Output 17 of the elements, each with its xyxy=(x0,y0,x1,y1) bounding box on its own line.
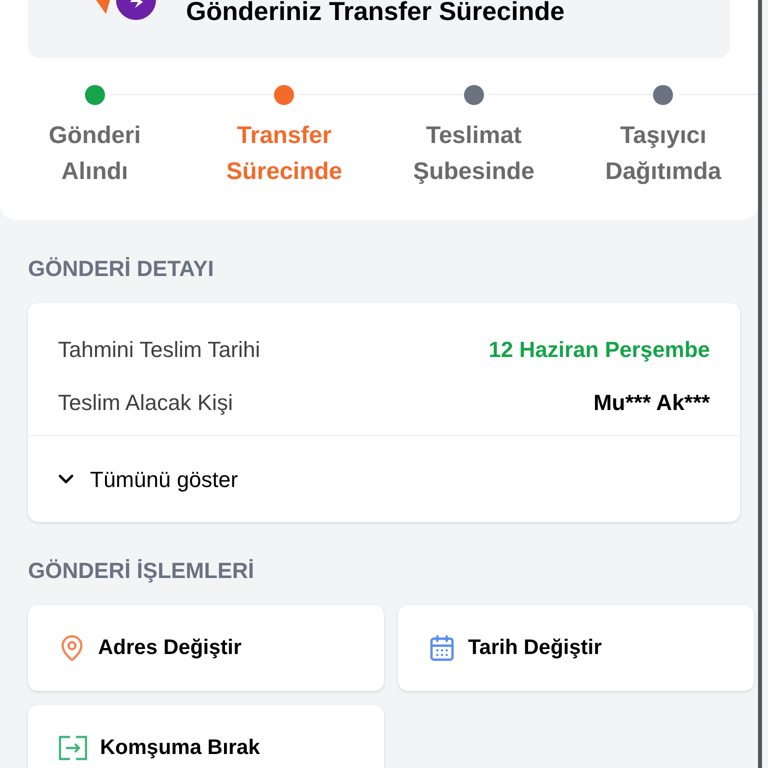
section-heading: GÖNDERİ İŞLEMLERİ xyxy=(28,557,256,585)
show-all-button[interactable]: Tümünü göster xyxy=(28,436,264,522)
step-label: Teslimat Şubesinde xyxy=(412,121,536,187)
step-label: Gönderi Alındı xyxy=(48,121,142,187)
action-button[interactable]: Komşuma Bırak xyxy=(28,705,384,768)
action-button[interactable]: Tarih Değiştir xyxy=(398,605,754,691)
banner-title: Gönderiniz Transfer Sürecinde xyxy=(186,0,565,22)
step-label: Transfer Sürecinde xyxy=(225,121,344,187)
detail-value: Mu*** Ak*** xyxy=(593,389,710,417)
detail-label: Tahmini Teslim Tarihi xyxy=(58,336,260,364)
action-button[interactable]: Adres Değiştir xyxy=(28,605,384,691)
detail-value: 12 Haziran Perşembe xyxy=(488,336,710,364)
detail-label: Teslim Alacak Kişi xyxy=(58,389,233,417)
swap-icon xyxy=(58,735,88,761)
section-heading: GÖNDERİ DETAYI xyxy=(28,255,215,283)
calendar-icon xyxy=(428,634,456,662)
step-label: Taşıyıcı Dağıtımda xyxy=(604,121,722,187)
